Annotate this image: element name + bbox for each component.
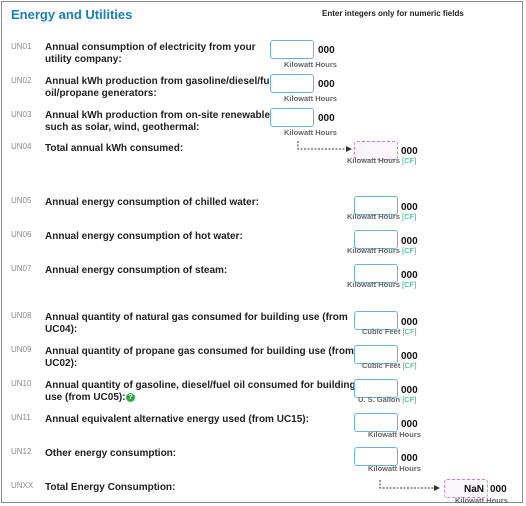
row-label-un08: Annual quantity of natural gas consumed … (45, 312, 348, 335)
unit-label: Kilowatt Hours (284, 94, 337, 103)
generator-kwh-input[interactable] (270, 74, 314, 93)
row-label-un07: Annual energy consumption of steam: (45, 265, 228, 276)
help-icon[interactable]: ? (126, 393, 135, 402)
unit-label: Kilowatt Hours (455, 496, 508, 505)
thousands-suffix: 000 (318, 45, 335, 56)
row-code-un09: UN09 (11, 345, 32, 354)
row-code-un03: UN03 (11, 110, 32, 119)
calculated-arrow-icon (297, 141, 352, 152)
thousands-suffix: 000 (401, 453, 418, 464)
row-label-un03: Annual kWh production from on-site renew… (45, 110, 276, 133)
row-label-un11: Annual equivalent alternative energy use… (45, 414, 309, 425)
thousands-suffix: 000 (318, 113, 335, 124)
thousands-suffix: 000 (318, 79, 335, 90)
row-code-un06: UN06 (11, 230, 32, 239)
row-label-unxx: Total Energy Consumption: (45, 482, 176, 493)
unit-label: Kilowatt Hours (284, 60, 337, 69)
row-code-un11: UN11 (11, 413, 31, 422)
unit-label: Kilowatt Hours (368, 464, 421, 473)
unit-label: Kilowatt Hours [CF] (347, 246, 417, 255)
unit-label: Cubic Feet [CF] (362, 327, 417, 336)
row-code-un02: UN02 (11, 76, 32, 85)
electricity-utility-input[interactable] (270, 40, 314, 59)
row-label-un05: Annual energy consumption of chilled wat… (45, 197, 259, 208)
row-label-un10: Annual quantity of gasoline, diesel/fuel… (45, 380, 356, 403)
row-label-un09: Annual quantity of propane gas consumed … (45, 346, 354, 369)
row-code-un04: UN04 (11, 142, 32, 151)
unit-label: Cubic Feet [CF] (362, 361, 417, 370)
row-code-un05: UN05 (11, 196, 32, 205)
row-code-un08: UN08 (11, 311, 32, 320)
unit-label: Kilowatt Hours [CF] (347, 156, 417, 165)
row-label-un02: Annual kWh production from gasoline/dies… (45, 76, 278, 99)
unit-label: Kilowatt Hours (368, 430, 421, 439)
total-energy-value: NaN (463, 484, 484, 495)
renewables-kwh-input[interactable] (270, 108, 314, 127)
unit-label: Kilowatt Hours [CF] (347, 212, 417, 221)
row-code-un12: UN12 (11, 447, 32, 456)
row-label-un06: Annual energy consumption of hot water: (45, 231, 243, 242)
integers-note: Enter integers only for numeric fields (322, 9, 464, 18)
calculated-arrow-icon (379, 480, 440, 491)
section-title: Energy and Utilities (11, 7, 133, 22)
unit-label: Kilowatt Hours (284, 128, 337, 137)
row-label-un04: Total annual kWh consumed: (45, 143, 184, 154)
row-code-un01: UN01 (11, 42, 32, 51)
unit-label: U. S. Gallon [CF] (358, 395, 417, 404)
unit-label: Kilowatt Hours [CF] (347, 280, 417, 289)
thousands-suffix: 000 (401, 419, 418, 430)
thousands-suffix: 000 (490, 484, 507, 495)
row-code-un10: UN10 (11, 379, 32, 388)
row-code-unxx: UNXX (11, 481, 34, 490)
row-label-un01: Annual consumption of electricity from y… (45, 42, 256, 65)
row-code-un07: UN07 (11, 264, 32, 273)
row-label-un12: Other energy consumption: (45, 448, 177, 459)
